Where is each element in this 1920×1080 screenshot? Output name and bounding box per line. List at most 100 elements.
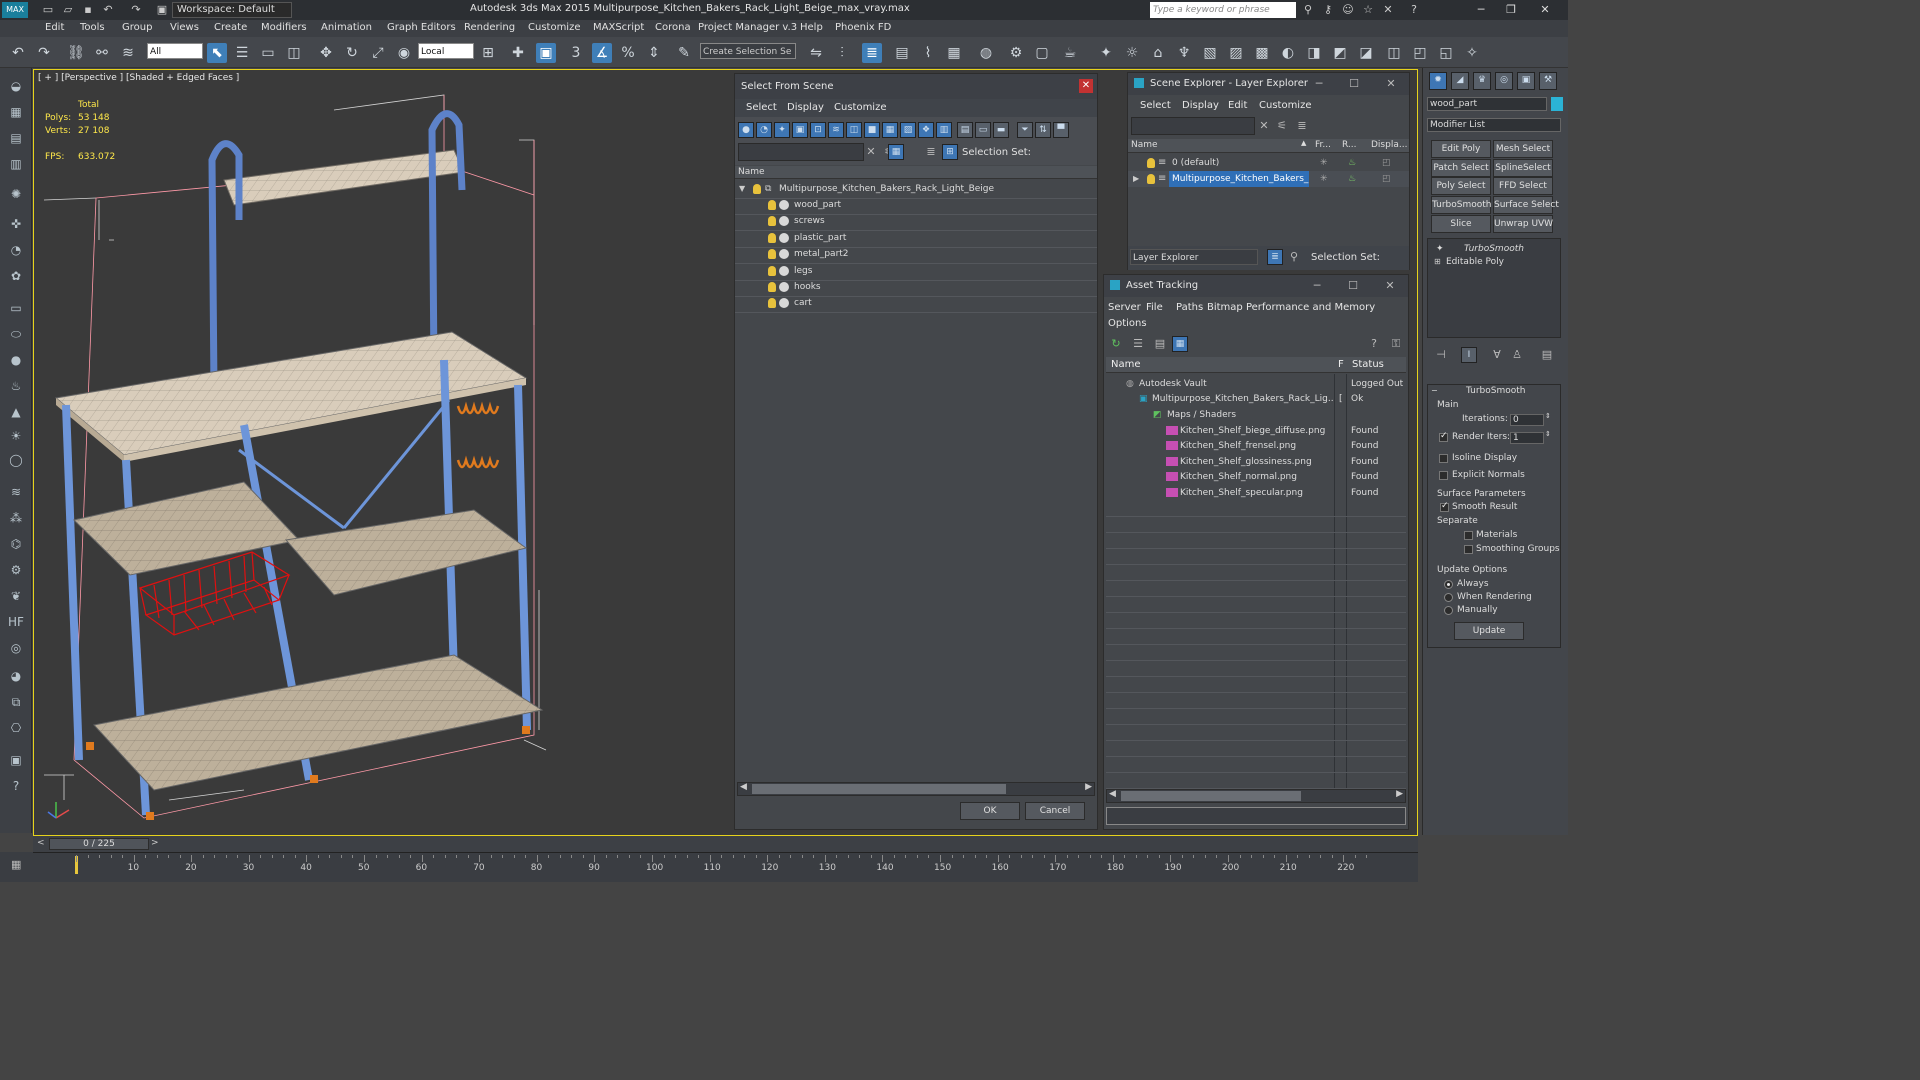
place-icon[interactable]: ◉ [394,43,414,63]
script-tool-icon[interactable]: ⎔ [6,718,26,738]
named-selection-set-dropdown[interactable]: Create Selection Se [700,43,796,59]
mini-curve-editor-icon[interactable]: ▦ [11,858,21,871]
configure-sets-icon[interactable]: ▤ [1539,348,1555,361]
materials-checkbox[interactable] [1464,531,1473,540]
vray-plane-icon[interactable]: ▨ [1226,43,1246,63]
filter-warps-icon[interactable]: ≋ [828,122,844,138]
poly-select-button[interactable]: Poly Select [1431,177,1491,195]
table-row[interactable]: ▣ Multipurpose_Kitchen_Bakers_Rack_Lig..… [1106,391,1406,407]
table-view-icon[interactable]: ▦ [1172,336,1188,352]
menu-customize[interactable]: Customize [528,22,581,33]
mesh-select-button[interactable]: Mesh Select [1493,140,1553,158]
freeze-icon[interactable]: ✳ [1320,155,1328,171]
scroll-right-icon[interactable]: ▶ [1396,789,1403,799]
motion-tab-icon[interactable]: ◎ [1495,72,1513,90]
bakers-rack-model[interactable] [34,70,734,836]
expand-arrow-icon[interactable]: ▼ [739,181,745,197]
table-row[interactable]: Kitchen_Shelf_biege_diffuse.png Found [1106,423,1406,439]
asset-path-input[interactable] [1106,807,1406,825]
time-next-icon[interactable]: > [151,838,159,848]
vray-proxy-icon[interactable]: ▧ [1200,43,1220,63]
edit-poly-button[interactable]: Edit Poly [1431,140,1491,158]
pin-stack-icon[interactable]: ⊣ [1433,348,1449,361]
redo-icon[interactable]: ↷ [34,43,54,63]
tree-item[interactable]: metal_part2 [735,246,1097,262]
col-render[interactable]: R... [1342,140,1357,150]
list-view-icon[interactable]: ☰ [1130,337,1146,350]
layers-view-icon[interactable]: ≣ [1294,119,1310,132]
close-icon[interactable]: ✕ [1079,79,1093,93]
close-icon[interactable]: ✕ [1383,77,1399,90]
material-editor-icon[interactable]: ◍ [976,43,996,63]
binoculars-icon[interactable]: ⚲ [1300,2,1316,18]
render-iters-spinner[interactable]: 1 [1510,432,1544,444]
menu-options[interactable]: Options [1108,318,1147,329]
app-logo[interactable]: MAX [2,2,28,18]
grass-tool-icon[interactable]: ❦ [6,586,26,606]
unlink-icon[interactable]: ⚯ [92,43,112,63]
table-row[interactable]: Kitchen_Shelf_frensel.png Found [1106,438,1406,454]
render-iters-checkbox[interactable]: ✓ [1439,431,1448,442]
stack-item-editable-poly[interactable]: ⊞ Editable Poly [1428,254,1560,270]
menu-paths[interactable]: Paths [1176,302,1203,313]
vray-render-icon[interactable]: ◩ [1330,43,1350,63]
angle-snap-icon[interactable]: ∡ [592,43,612,63]
spline-select-button[interactable]: SplineSelect [1493,159,1553,177]
hierarchy-tab-icon[interactable]: ♛ [1473,72,1491,90]
vray-bulb-icon[interactable]: ✧ [1462,43,1482,63]
bulb-icon[interactable] [768,298,776,308]
save-tool-icon[interactable]: ▣ [6,750,26,770]
menu-server[interactable]: Server [1108,302,1141,313]
filter-helpers-icon[interactable]: ⊡ [810,122,826,138]
top-shelf[interactable] [223,149,465,206]
filter-groups-icon[interactable]: ◫ [846,122,862,138]
ok-button[interactable]: OK [960,802,1020,820]
filter-containers-icon[interactable]: ▨ [900,122,916,138]
hierarchy-mode-icon[interactable]: ⚲ [1286,250,1302,263]
display-box-icon[interactable]: ◰ [1382,155,1391,171]
display-tab-icon[interactable]: ▣ [1517,72,1535,90]
col-name[interactable]: Name [1131,140,1158,150]
pivot-center-icon[interactable]: ⊞ [478,43,498,63]
select-invert-icon[interactable]: ▬ [993,122,1009,138]
menu-modifiers[interactable]: Modifiers [261,22,307,33]
select-by-name-icon[interactable]: ☰ [232,43,252,63]
hooks[interactable] [456,401,500,469]
tree-item[interactable]: wood_part [735,197,1097,213]
menu-project-manager[interactable]: Project Manager v.3 [698,22,797,33]
refresh-icon[interactable]: ↻ [1108,337,1124,350]
vray-dome-icon[interactable]: ◰ [1410,43,1430,63]
help-search-input[interactable]: Type a keyword or phrase [1150,2,1296,18]
hair-tool-icon[interactable]: ≋ [6,482,26,502]
undo-icon[interactable]: ↶ [100,2,116,18]
menu-create[interactable]: Create [214,22,247,33]
particle-tool-icon[interactable]: ⁂ [6,508,26,528]
menu-animation[interactable]: Animation [321,22,372,33]
table-row[interactable]: Kitchen_Shelf_glossiness.png Found [1106,454,1406,470]
patch-select-button[interactable]: Patch Select [1431,159,1491,177]
bulb-icon[interactable] [768,249,776,259]
scroll-left-icon[interactable]: ◀ [740,782,747,792]
manually-radio[interactable] [1444,606,1453,615]
make-unique-icon[interactable]: ∀ [1489,348,1505,361]
menu-graph-editors[interactable]: Graph Editors [387,22,456,33]
freeze-icon[interactable]: ✳ [1320,171,1328,187]
layer-explorer-dropdown[interactable]: Layer Explorer [1130,249,1258,265]
scene-explorer-find-input[interactable] [1131,117,1255,135]
sort-icon[interactable]: ⇅ [1035,122,1051,138]
layers-view-icon[interactable]: ≣ [923,145,939,158]
layer-row[interactable]: ≡ 0 (default) ✳ ♨ ◰ [1128,155,1409,171]
percent-snap-icon[interactable]: % [618,43,638,63]
vault-help-icon[interactable]: ⚿ [1388,337,1404,351]
create-shapes-icon[interactable]: ▦ [6,102,26,122]
when-rendering-radio[interactable] [1444,593,1453,602]
redo-icon[interactable]: ↷ [128,2,144,18]
filter-shapes-icon[interactable]: ◔ [756,122,772,138]
isoline-checkbox[interactable] [1439,454,1448,463]
bulb-tool-icon[interactable]: ✺ [6,184,26,204]
link-icon[interactable]: ⛓ [66,43,86,63]
filter-lights-icon[interactable]: ✦ [774,122,790,138]
select-object-icon[interactable]: ⬉ [207,43,227,63]
render-setup-icon[interactable]: ⚙ [1006,43,1026,63]
cancel-button[interactable]: Cancel [1025,802,1085,820]
